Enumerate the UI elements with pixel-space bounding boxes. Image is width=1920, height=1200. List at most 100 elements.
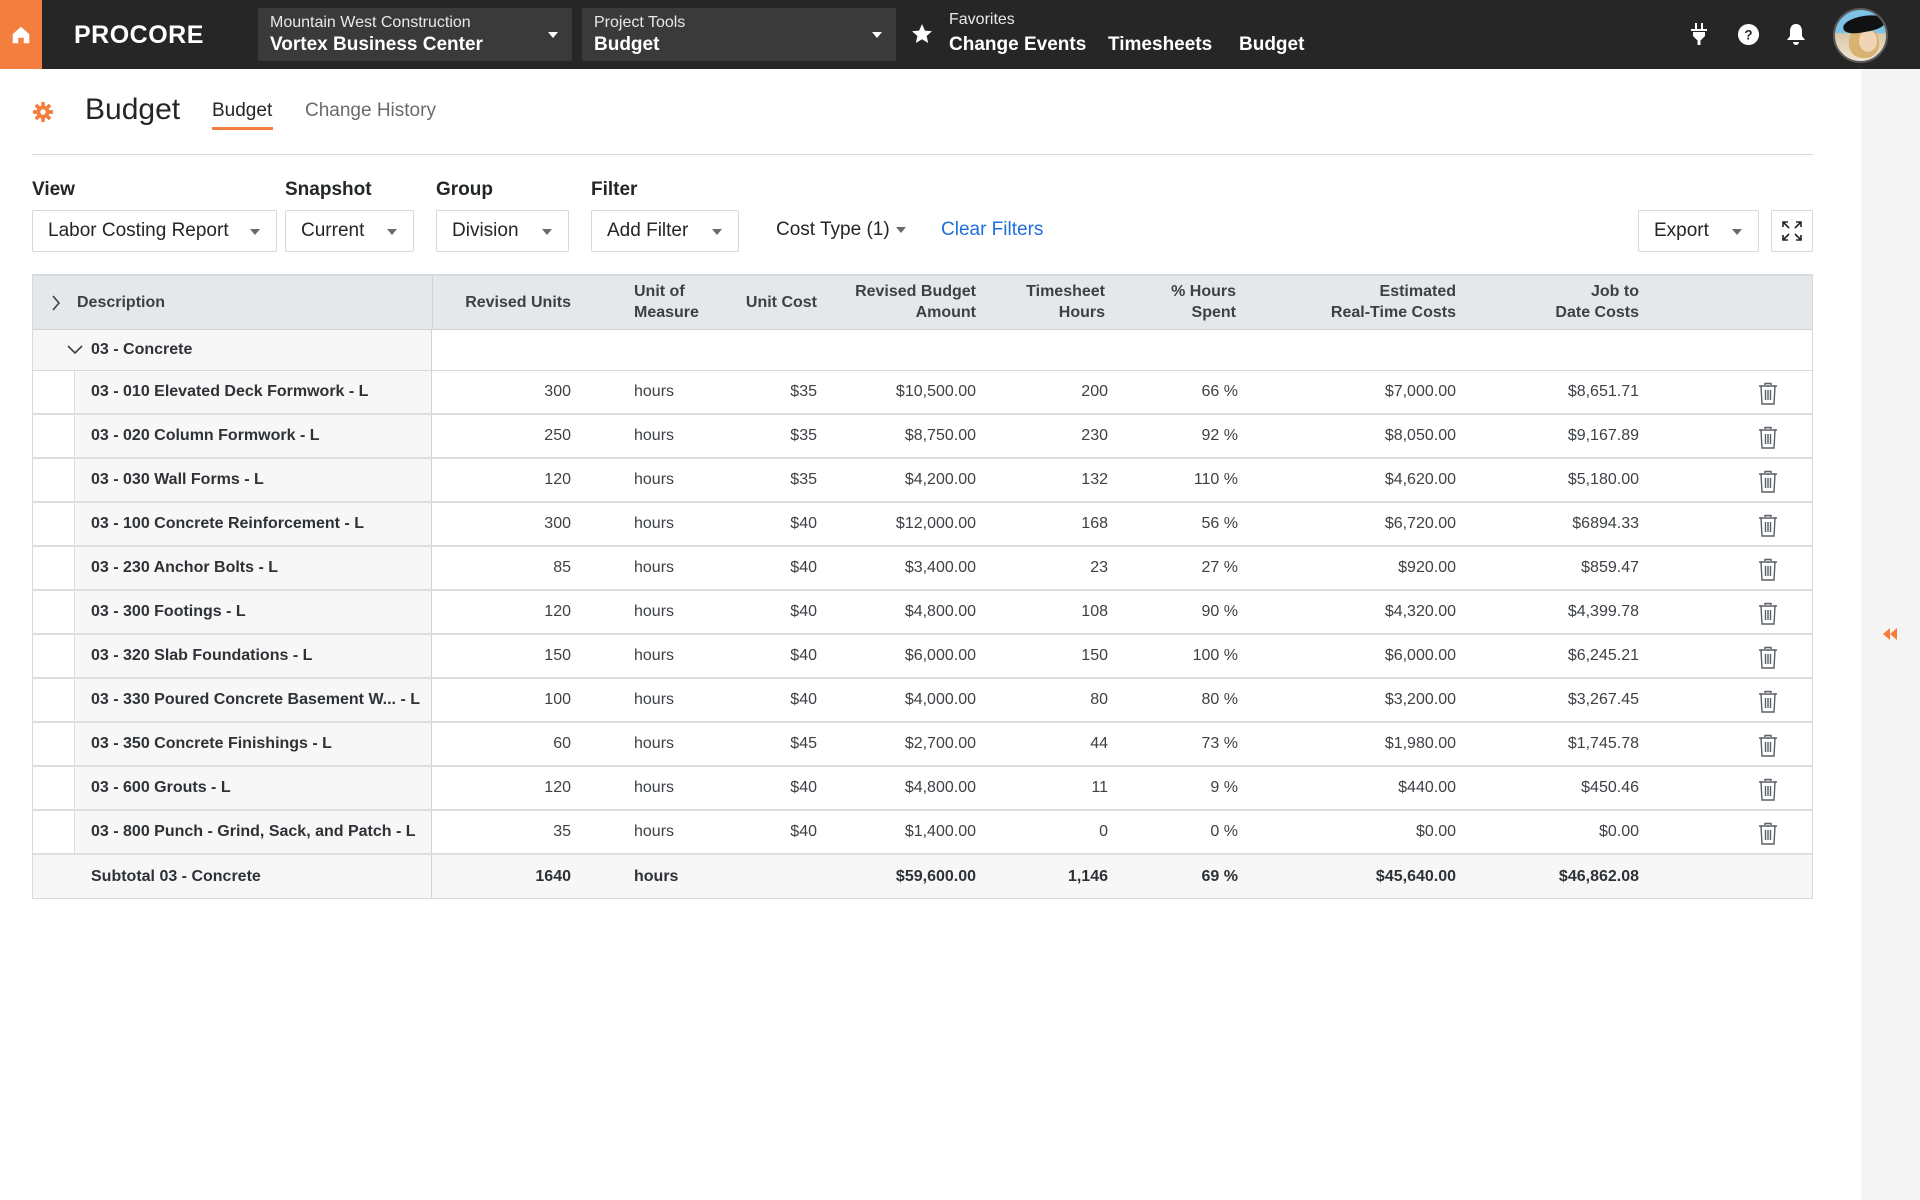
trash-icon[interactable] — [1757, 382, 1779, 406]
table-row[interactable]: 03 - 300 Footings - L 120 hours $40 $4,8… — [33, 591, 1812, 635]
row-uom: hours — [634, 559, 675, 576]
tab-budget[interactable]: Budget — [212, 100, 272, 122]
row-description[interactable]: 03 - 320 Slab Foundations - L — [91, 635, 431, 677]
row-revised-units: 100 — [544, 691, 571, 708]
col-timesheet-hours[interactable]: Timesheet Hours — [1013, 281, 1105, 323]
company-project-selector[interactable]: Mountain West Construction Vortex Busine… — [258, 8, 572, 61]
table-row[interactable]: 03 - 600 Grouts - L 120 hours $40 $4,800… — [33, 767, 1812, 811]
row-revised-units: 300 — [544, 515, 571, 532]
row-description[interactable]: 03 - 230 Anchor Bolts - L — [91, 547, 431, 589]
table-row[interactable]: 03 - 020 Column Formwork - L 250 hours $… — [33, 415, 1812, 459]
favorite-link-budget[interactable]: Budget — [1239, 34, 1304, 56]
subtotal-revised-budget: $59,600.00 — [895, 867, 976, 885]
group-select[interactable]: Division — [436, 210, 569, 252]
col-revised-budget-amount[interactable]: Revised Budget Amount — [823, 281, 976, 323]
subtotal-uom: hours — [634, 867, 679, 885]
col-description[interactable]: Description — [77, 292, 165, 313]
col-unit-cost[interactable]: Unit Cost — [713, 292, 817, 313]
add-filter-value: Add Filter — [607, 220, 689, 241]
snapshot-select[interactable]: Current — [285, 210, 414, 252]
table-row[interactable]: 03 - 030 Wall Forms - L 120 hours $35 $4… — [33, 459, 1812, 503]
col-job-to-date-costs[interactable]: Job to Date Costs — [1463, 281, 1639, 323]
group-row[interactable]: 03 - Concrete — [33, 330, 1812, 371]
row-pct-hours: 9 % — [1210, 779, 1238, 796]
row-revised-budget: $4,800.00 — [904, 779, 976, 796]
col-unit-of-measure[interactable]: Unit of Measure — [634, 281, 699, 323]
trash-icon[interactable] — [1757, 602, 1779, 626]
col-estimated-real-time-costs[interactable]: Estimated Real-Time Costs — [1243, 281, 1456, 323]
table-row[interactable]: 03 - 330 Poured Concrete Basement W... -… — [33, 679, 1812, 723]
table-row[interactable]: 03 - 320 Slab Foundations - L 150 hours … — [33, 635, 1812, 679]
row-description[interactable]: 03 - 020 Column Formwork - L — [91, 415, 431, 457]
row-revised-units: 60 — [553, 735, 571, 752]
header-divider — [32, 154, 1813, 155]
trash-icon[interactable] — [1757, 514, 1779, 538]
table-row[interactable]: 03 - 800 Punch - Grind, Sack, and Patch … — [33, 811, 1812, 855]
row-description[interactable]: 03 - 350 Concrete Finishings - L — [91, 723, 431, 765]
favorite-link-change-events[interactable]: Change Events — [949, 34, 1086, 56]
cost-type-filter[interactable]: Cost Type (1) — [776, 219, 906, 241]
table-row[interactable]: 03 - 350 Concrete Finishings - L 60 hour… — [33, 723, 1812, 767]
row-jtd-costs: $4,399.78 — [1567, 603, 1639, 620]
table-row[interactable]: 03 - 010 Elevated Deck Formwork - L 300 … — [33, 371, 1812, 415]
trash-icon[interactable] — [1757, 822, 1779, 846]
trash-icon[interactable] — [1757, 778, 1779, 802]
help-button[interactable]: ? — [1736, 22, 1760, 46]
user-avatar[interactable] — [1833, 8, 1888, 63]
row-revised-units: 150 — [544, 647, 571, 664]
export-button[interactable]: Export — [1638, 210, 1759, 252]
procore-logo[interactable]: PROCORE — [74, 20, 204, 50]
row-revised-budget: $6,000.00 — [904, 647, 976, 664]
row-description[interactable]: 03 - 300 Footings - L — [91, 591, 431, 633]
row-jtd-costs: $1,745.78 — [1567, 735, 1639, 752]
settings-gear-icon[interactable] — [32, 101, 54, 123]
notifications-button[interactable] — [1784, 22, 1808, 46]
trash-icon[interactable] — [1757, 470, 1779, 494]
chevron-right-icon[interactable] — [51, 294, 61, 312]
add-filter-select[interactable]: Add Filter — [591, 210, 739, 252]
fullscreen-button[interactable] — [1771, 210, 1813, 252]
table-row[interactable]: 03 - 100 Concrete Reinforcement - L 300 … — [33, 503, 1812, 547]
row-timesheet-hours: 168 — [1081, 515, 1108, 532]
trash-icon[interactable] — [1757, 426, 1779, 450]
row-pct-hours: 92 % — [1201, 427, 1238, 444]
trash-icon[interactable] — [1757, 646, 1779, 670]
apps-button[interactable] — [1687, 22, 1711, 46]
row-jtd-costs: $5,180.00 — [1567, 471, 1639, 488]
row-unit-cost: $35 — [790, 471, 817, 488]
col-pct-hours-spent[interactable]: % Hours Spent — [1143, 281, 1236, 323]
row-pct-hours: 110 % — [1193, 471, 1238, 488]
trash-icon[interactable] — [1757, 690, 1779, 714]
row-pct-hours: 56 % — [1201, 515, 1238, 532]
chevron-down-icon — [387, 229, 397, 235]
favorite-link-timesheets[interactable]: Timesheets — [1108, 34, 1212, 56]
trash-icon[interactable] — [1757, 734, 1779, 758]
row-description[interactable]: 03 - 330 Poured Concrete Basement W... -… — [91, 679, 431, 721]
row-description[interactable]: 03 - 800 Punch - Grind, Sack, and Patch … — [91, 811, 431, 853]
row-est-costs: $6,720.00 — [1384, 515, 1456, 532]
trash-icon[interactable] — [1757, 558, 1779, 582]
row-est-costs: $4,620.00 — [1384, 471, 1456, 488]
col-revised-units[interactable]: Revised Units — [463, 292, 571, 313]
row-description[interactable]: 03 - 100 Concrete Reinforcement - L — [91, 503, 431, 545]
table-row[interactable]: 03 - 230 Anchor Bolts - L 85 hours $40 $… — [33, 547, 1812, 591]
row-revised-budget: $2,700.00 — [904, 735, 976, 752]
collapse-panel-icon[interactable] — [1882, 627, 1898, 641]
chevron-down-icon — [712, 229, 722, 235]
favorites-label: Favorites — [949, 11, 1015, 28]
group-select-value: Division — [452, 220, 519, 241]
row-unit-cost: $40 — [790, 603, 817, 620]
row-uom: hours — [634, 691, 675, 708]
row-timesheet-hours: 44 — [1090, 735, 1108, 752]
row-description[interactable]: 03 - 010 Elevated Deck Formwork - L — [91, 371, 431, 413]
row-revised-budget: $3,400.00 — [904, 559, 976, 576]
row-jtd-costs: $0.00 — [1598, 823, 1639, 840]
row-description[interactable]: 03 - 600 Grouts - L — [91, 767, 431, 809]
project-tools-selector[interactable]: Project Tools Budget — [582, 8, 896, 61]
row-description[interactable]: 03 - 030 Wall Forms - L — [91, 459, 431, 501]
clear-filters-link[interactable]: Clear Filters — [941, 219, 1043, 241]
tab-change-history[interactable]: Change History — [305, 100, 436, 122]
home-button[interactable] — [0, 0, 42, 69]
view-select[interactable]: Labor Costing Report — [32, 210, 277, 252]
chevron-down-icon[interactable] — [66, 344, 84, 356]
